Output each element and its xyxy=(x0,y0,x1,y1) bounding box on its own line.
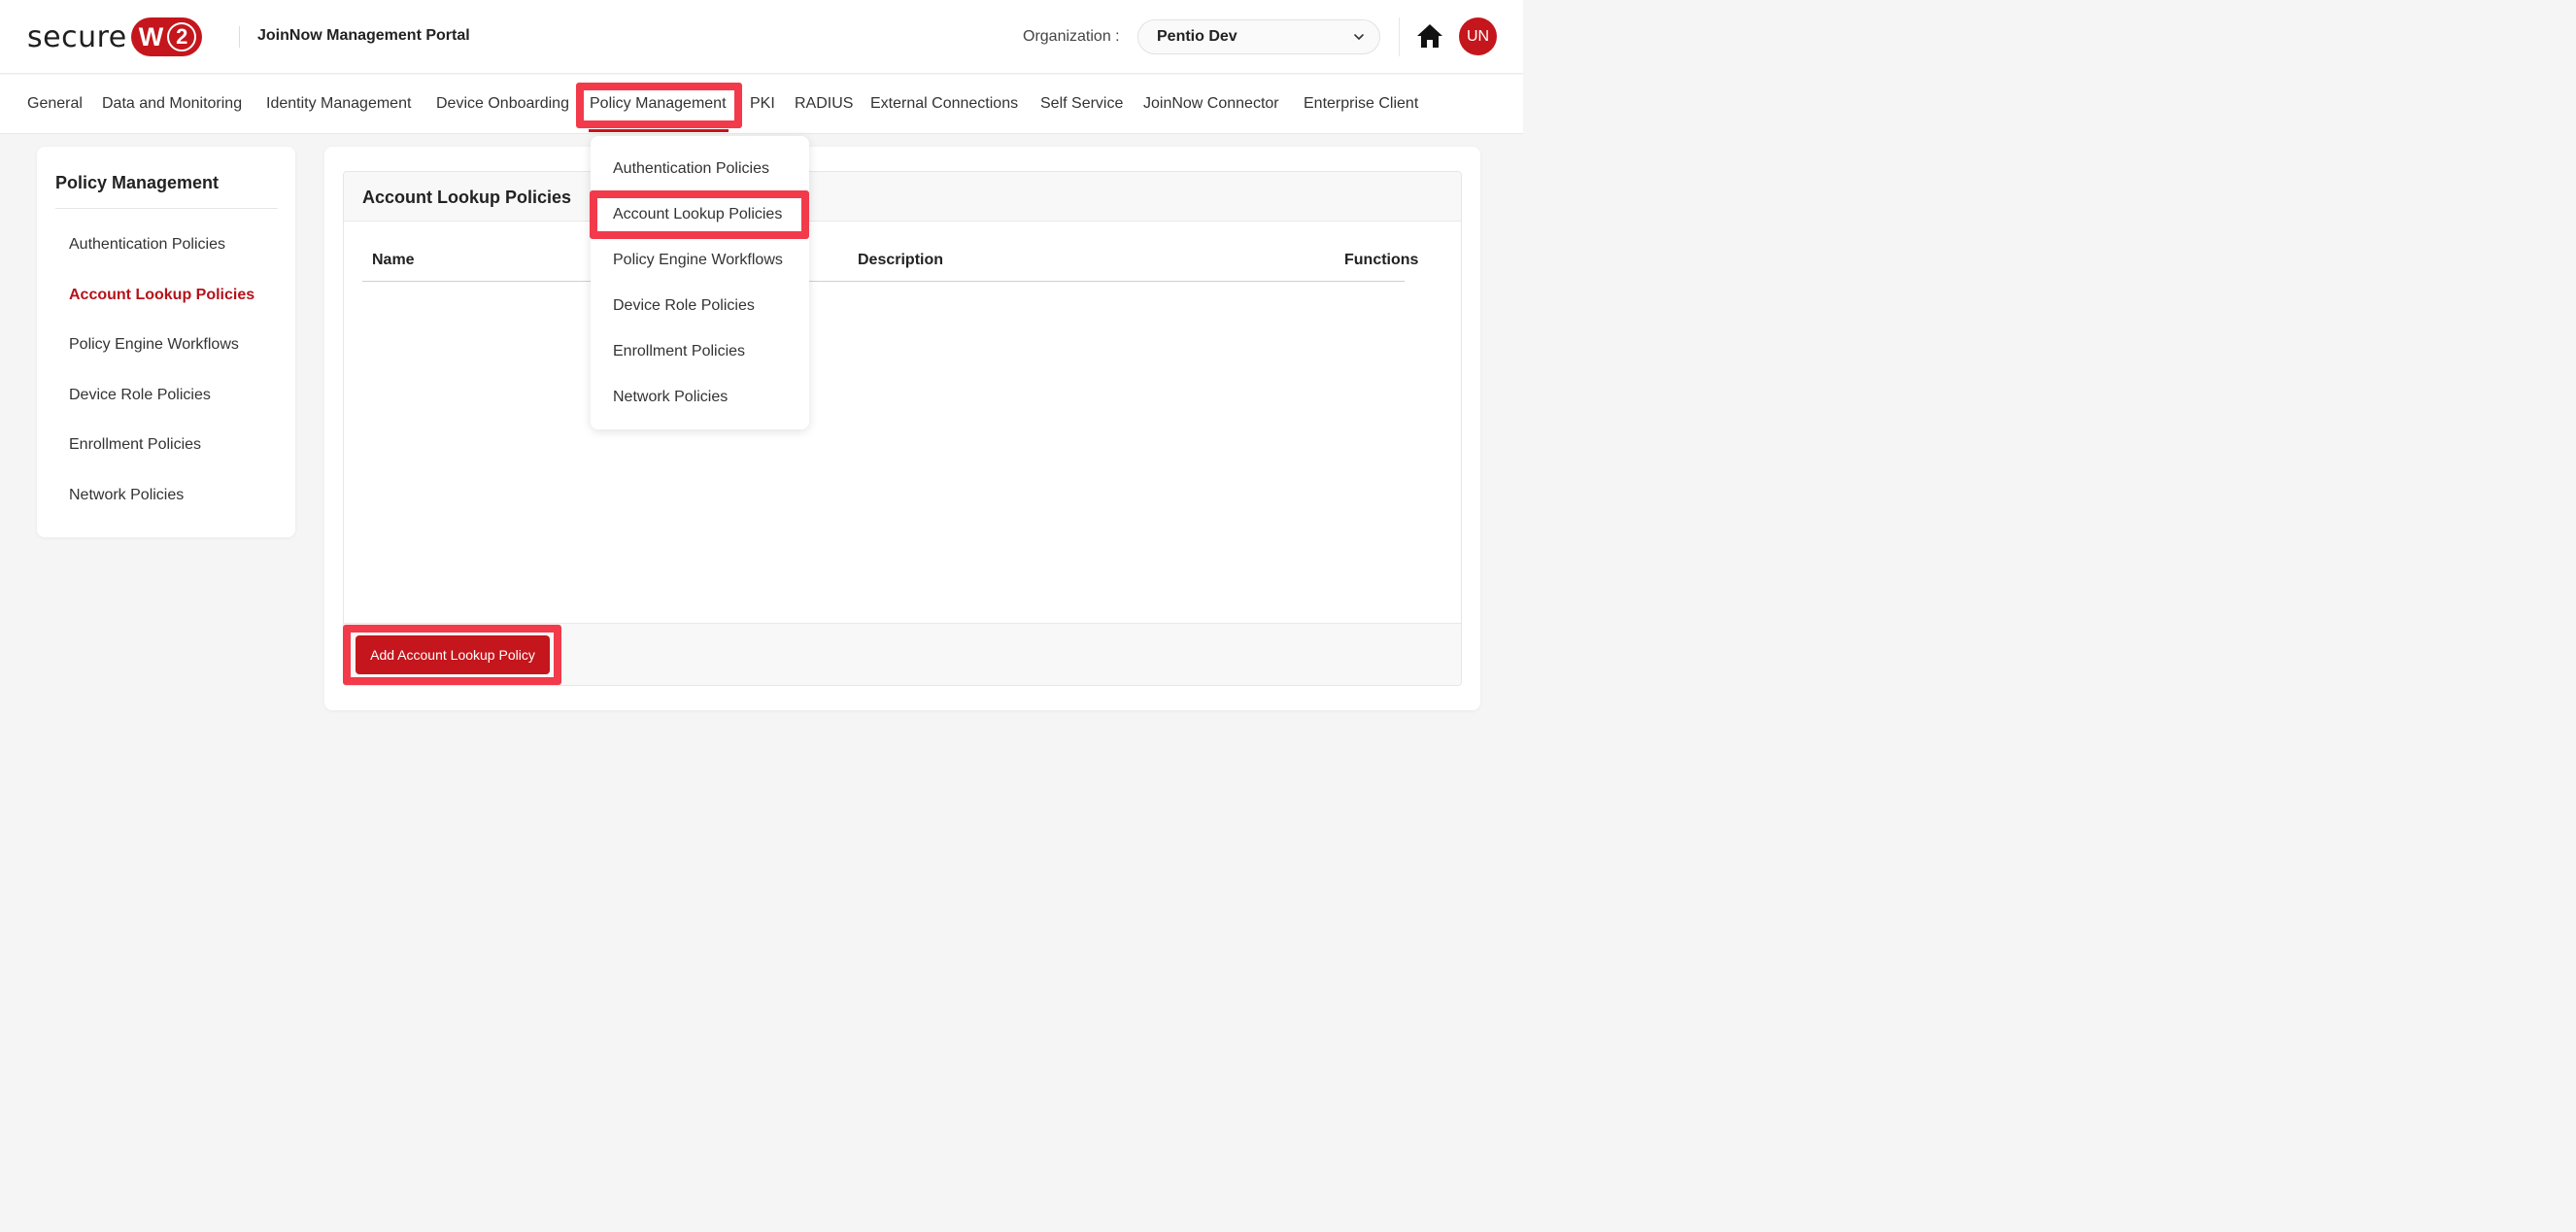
nav-pki[interactable]: PKI xyxy=(750,95,775,113)
nav-data-and-monitoring[interactable]: Data and Monitoring xyxy=(102,95,242,113)
header-divider xyxy=(239,26,240,48)
logo-badge: W 2 xyxy=(130,17,203,56)
sidebar-item-account-lookup-policies[interactable]: Account Lookup Policies xyxy=(69,287,254,304)
panel-title: Account Lookup Policies xyxy=(362,188,572,207)
logo-badge-w: W xyxy=(138,21,164,51)
user-avatar[interactable]: UN xyxy=(1459,17,1497,55)
policies-panel: Account Lookup Policies Name Description… xyxy=(343,171,1462,686)
sidebar-divider xyxy=(55,208,278,209)
nav-identity-management[interactable]: Identity Management xyxy=(266,95,411,113)
app-header: secure W 2 JoinNow Management Portal Org… xyxy=(0,0,1523,74)
sidebar-item-policy-engine-workflows[interactable]: Policy Engine Workflows xyxy=(69,336,239,354)
nav-radius[interactable]: RADIUS xyxy=(795,95,853,113)
dropdown-item-enrollment-policies[interactable]: Enrollment Policies xyxy=(613,343,745,360)
column-header-functions: Functions xyxy=(1344,252,1419,268)
chevron-down-icon xyxy=(1354,34,1364,40)
column-header-name[interactable]: Name xyxy=(372,252,415,269)
panel-footer: Add Account Lookup Policy xyxy=(344,623,1461,685)
nav-enterprise-client[interactable]: Enterprise Client xyxy=(1304,95,1418,113)
sidebar-item-authentication-policies[interactable]: Authentication Policies xyxy=(69,236,225,254)
header-separator xyxy=(1399,17,1400,56)
securew2-logo[interactable]: secure W 2 xyxy=(27,17,203,57)
dropdown-item-device-role-policies[interactable]: Device Role Policies xyxy=(613,297,755,315)
panel-header: Account Lookup Policies xyxy=(344,172,1461,222)
logo-text: secure xyxy=(27,19,127,54)
add-account-lookup-policy-button[interactable]: Add Account Lookup Policy xyxy=(356,635,550,674)
logo-badge-two: 2 xyxy=(167,22,197,51)
sidebar: Policy Management Authentication Policie… xyxy=(37,147,295,537)
dropdown-item-account-lookup-policies[interactable]: Account Lookup Policies xyxy=(613,206,782,223)
sidebar-item-device-role-policies[interactable]: Device Role Policies xyxy=(69,387,211,404)
dropdown-item-policy-engine-workflows[interactable]: Policy Engine Workflows xyxy=(613,252,783,269)
dropdown-item-authentication-policies[interactable]: Authentication Policies xyxy=(613,160,769,178)
sidebar-item-enrollment-policies[interactable]: Enrollment Policies xyxy=(69,436,201,454)
sidebar-title: Policy Management xyxy=(55,173,220,192)
main-content: Account Lookup Policies Name Description… xyxy=(324,147,1480,710)
home-icon[interactable] xyxy=(1416,23,1443,49)
organization-label: Organization : xyxy=(1023,28,1120,45)
sidebar-item-network-policies[interactable]: Network Policies xyxy=(69,487,184,504)
nav-policy-management[interactable]: Policy Management xyxy=(590,95,727,113)
top-nav: General Data and Monitoring Identity Man… xyxy=(0,75,1523,134)
organization-value: Pentio Dev xyxy=(1157,28,1237,45)
table-header-divider xyxy=(362,281,1405,282)
active-nav-underline xyxy=(589,129,729,132)
policy-management-dropdown: Authentication Policies Account Lookup P… xyxy=(591,136,809,429)
nav-self-service[interactable]: Self Service xyxy=(1040,95,1123,113)
column-header-description[interactable]: Description xyxy=(858,252,943,269)
portal-title: JoinNow Management Portal xyxy=(257,27,470,44)
dropdown-item-network-policies[interactable]: Network Policies xyxy=(613,389,728,406)
nav-general[interactable]: General xyxy=(27,95,83,113)
organization-select[interactable]: Pentio Dev xyxy=(1137,19,1380,54)
nav-external-connections[interactable]: External Connections xyxy=(870,95,1018,113)
nav-joinnow-connector[interactable]: JoinNow Connector xyxy=(1143,95,1279,113)
nav-device-onboarding[interactable]: Device Onboarding xyxy=(436,95,569,113)
